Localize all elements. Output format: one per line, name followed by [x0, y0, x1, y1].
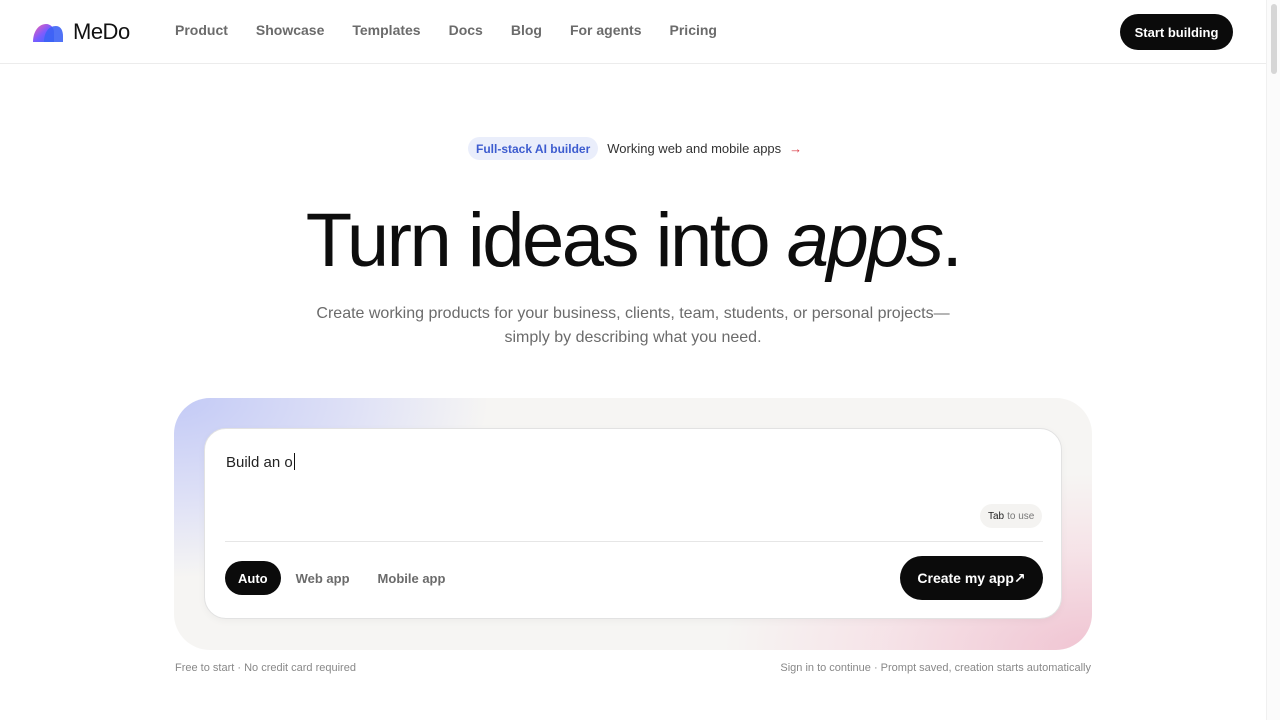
nav-showcase[interactable]: Showcase	[256, 22, 324, 38]
card-divider	[225, 541, 1043, 542]
nav-for-agents[interactable]: For agents	[570, 22, 642, 38]
brand-name: MeDo	[73, 19, 130, 44]
announcement-pill[interactable]: Full-stack AI builder Working web and mo…	[468, 137, 802, 160]
create-my-app-button[interactable]: Create my app↗	[900, 556, 1043, 600]
tab-hint-text: to use	[1007, 510, 1035, 522]
start-building-button[interactable]: Start building	[1120, 14, 1233, 50]
mode-web-app[interactable]: Web app	[283, 561, 363, 595]
top-nav-bar: MeDo Product Showcase Templates Docs Blo…	[0, 0, 1266, 64]
page-scrollbar[interactable]	[1266, 0, 1280, 720]
footnote-free: Free to start · No credit card required	[175, 662, 356, 674]
mode-mobile-app[interactable]: Mobile app	[365, 561, 459, 595]
hero-title-main: Turn ideas into	[305, 198, 787, 283]
hero-subtitle-line1: Create working products for your busines…	[316, 305, 950, 322]
nav-docs[interactable]: Docs	[449, 22, 483, 38]
hero-subtitle: Create working products for your busines…	[0, 302, 1266, 350]
prompt-card: Build an o Tab to use Auto Web app Mobil…	[204, 428, 1062, 619]
badge-text: Working web and mobile apps	[607, 141, 782, 156]
medo-logo-icon	[32, 22, 64, 42]
badge-label: Full-stack AI builder	[468, 137, 599, 160]
main-nav: Product Showcase Templates Docs Blog For…	[175, 22, 745, 38]
prompt-input-value: Build an o	[226, 454, 293, 471]
hero-subtitle-line2: simply by describing what you need.	[504, 329, 762, 346]
hero-title-end: .	[941, 198, 963, 283]
mode-auto[interactable]: Auto	[225, 561, 281, 595]
hero-title: Turn ideas into apps.	[0, 196, 1266, 286]
prompt-input[interactable]: Build an o	[226, 453, 926, 471]
nav-product[interactable]: Product	[175, 22, 228, 38]
brand-logo[interactable]: MeDo	[32, 18, 130, 46]
arrow-right-icon: →	[789, 141, 803, 156]
nav-blog[interactable]: Blog	[511, 22, 542, 38]
nav-templates[interactable]: Templates	[352, 22, 420, 38]
footnote-signin: Sign in to continue · Prompt saved, crea…	[780, 662, 1091, 674]
text-caret	[293, 453, 295, 470]
app-mode-selector: Auto Web app Mobile app	[225, 561, 460, 595]
tab-to-use-hint[interactable]: Tab to use	[980, 504, 1043, 528]
tab-key-label: Tab	[988, 510, 1005, 522]
nav-pricing[interactable]: Pricing	[670, 22, 717, 38]
scrollbar-thumb[interactable]	[1271, 4, 1277, 74]
hero-title-italic: apps	[786, 198, 944, 283]
